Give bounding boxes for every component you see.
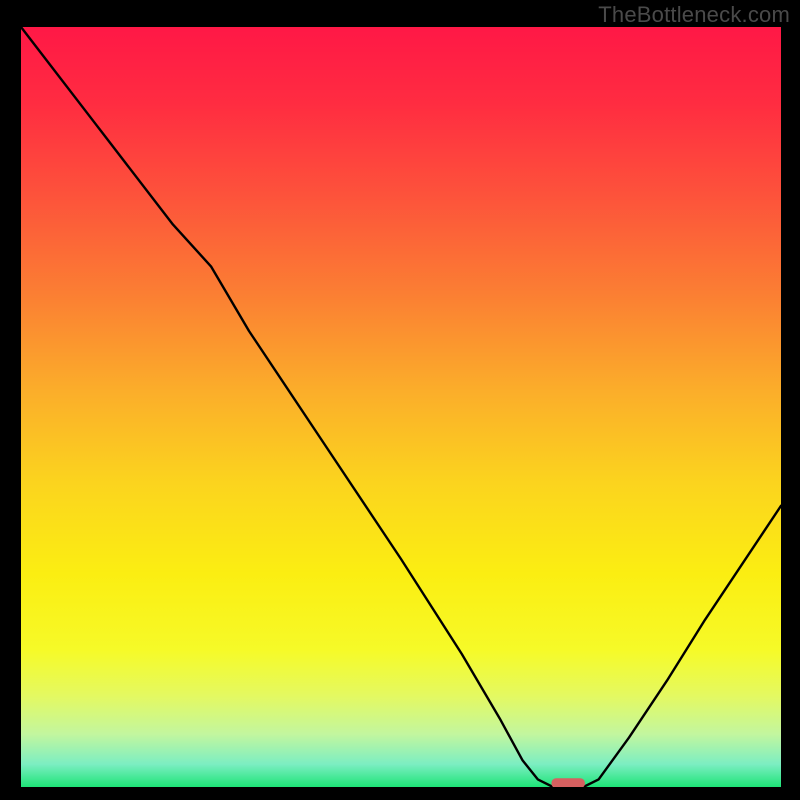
watermark-label: TheBottleneck.com [598,2,790,28]
gradient-panel [21,27,781,787]
bottleneck-chart [21,27,781,787]
optimal-marker [551,778,584,787]
chart-frame: TheBottleneck.com [0,0,800,800]
